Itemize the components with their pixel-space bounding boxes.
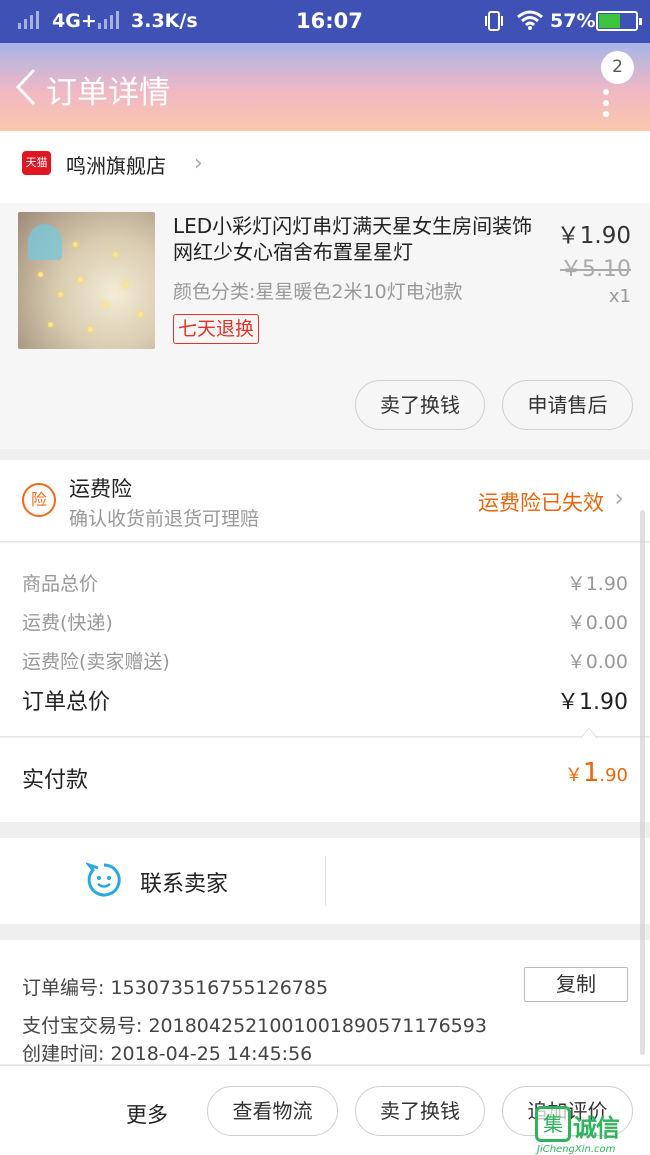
order-number: 153073516755126785 [110,977,329,999]
cost-row: 商品总价 ￥1.90 [22,569,628,596]
wifi-icon [516,9,544,36]
more-options-icon[interactable] [603,89,611,119]
cost-label: 运费(快递) [22,612,113,634]
divider [325,856,326,906]
created-time: 2018-04-25 14:45:56 [110,1043,313,1065]
cost-label: 商品总价 [22,573,99,595]
insurance-title: 运费险 [69,477,132,501]
alipay-number: 2018042521001001890571176593 [148,1015,487,1037]
shipping-insurance-row[interactable]: 险 运费险 确认收货前退货可理赔 运费险已失效 › [0,460,650,542]
product-original-price: ￥5.10 [560,257,631,282]
cost-row: 运费险(卖家赠送) ￥0.00 [22,647,628,674]
copy-button[interactable]: 复制 [524,967,628,1002]
cost-row: 运费(快递) ￥0.00 [22,608,628,635]
shop-name: 鸣洲旗舰店 [66,154,166,178]
insurance-icon: 险 [22,483,56,517]
contact-bar: 联系卖家 [0,838,650,924]
order-number-row: 订单编号: 153073516755126785 [22,977,329,999]
actual-paid-row: 实付款 ￥1.90 [0,738,650,822]
sell-for-cash-button[interactable]: 卖了换钱 [355,380,485,430]
watermark-url: JiChengXin.com [537,1144,616,1155]
view-logistics-button[interactable]: 查看物流 [207,1086,338,1136]
cost-value: ￥0.00 [566,612,628,634]
product-price: ￥1.90 [556,223,631,249]
sell-for-cash-button[interactable]: 卖了换钱 [355,1086,485,1136]
signal-icon [18,11,39,29]
product-spec: 颜色分类:星星暖色2米10灯电池款 [173,281,463,303]
chevron-right-icon: › [614,484,624,512]
cost-value: ￥1.90 [566,573,628,595]
order-total-row: 订单总价 ￥1.90 [22,684,628,716]
after-sale-button[interactable]: 申请售后 [502,380,633,430]
network-type: 4G+ [52,10,97,32]
battery-icon [596,11,642,31]
signal-icon [98,11,119,29]
watermark: 集 诚信 JiChengXin.com [535,1106,650,1155]
back-icon[interactable] [10,67,44,107]
product-title[interactable]: LED小彩灯闪灯串灯满天星女生房间装饰网红少女心宿舍布置星星灯 [173,213,543,265]
page-title: 订单详情 [46,75,170,111]
order-total-value: ￥1.90 [557,690,628,715]
paid-amount: ￥1.90 [564,758,628,788]
order-info: 订单编号: 153073516755126785 复制 支付宝交易号: 2018… [0,940,650,1065]
contact-seller-button[interactable]: 联系卖家 [140,866,228,898]
paid-label: 实付款 [22,768,89,793]
insurance-status: 运费险已失效 [478,491,604,515]
clock: 16:07 [296,9,363,33]
tmall-icon: 天猫 [22,151,51,175]
cost-label: 运费险(卖家赠送) [22,651,170,673]
page-header: 订单详情 2 [0,43,650,131]
status-bar: 4G+ 3.3K/s 16:07 57% [0,0,650,43]
shop-row[interactable]: 天猫 鸣洲旗舰店 › [0,131,650,203]
network-speed: 3.3K/s [131,10,198,32]
product-item: LED小彩灯闪灯串灯满天星女生房间装饰网红少女心宿舍布置星星灯 颜色分类:星星暖… [0,203,650,449]
vibrate-icon [484,10,504,37]
created-time-row: 创建时间: 2018-04-25 14:45:56 [22,1043,313,1065]
cost-breakdown: 商品总价 ￥1.90 运费(快递) ￥0.00 运费险(卖家赠送) ￥0.00 … [0,543,650,738]
scrollbar[interactable] [640,510,645,1055]
message-count-badge[interactable]: 2 [601,51,634,84]
return-policy-tag: 七天退换 [173,314,260,344]
watermark-logo: 集 [535,1106,571,1142]
order-total-label: 订单总价 [22,690,111,715]
watermark-text: 诚信 [573,1114,620,1142]
caret-up-icon [581,727,597,738]
alipay-number-row: 支付宝交易号: 2018042521001001890571176593 [22,1015,487,1037]
insurance-subtitle: 确认收货前退货可理赔 [69,508,260,530]
product-thumbnail[interactable] [18,212,155,349]
cost-value: ￥0.00 [566,651,628,673]
chevron-right-icon: › [194,151,203,176]
battery-percent: 57% [550,10,596,32]
more-button[interactable]: 更多 [126,1099,168,1129]
product-quantity: x1 [608,286,631,307]
chat-face-icon [86,862,121,897]
